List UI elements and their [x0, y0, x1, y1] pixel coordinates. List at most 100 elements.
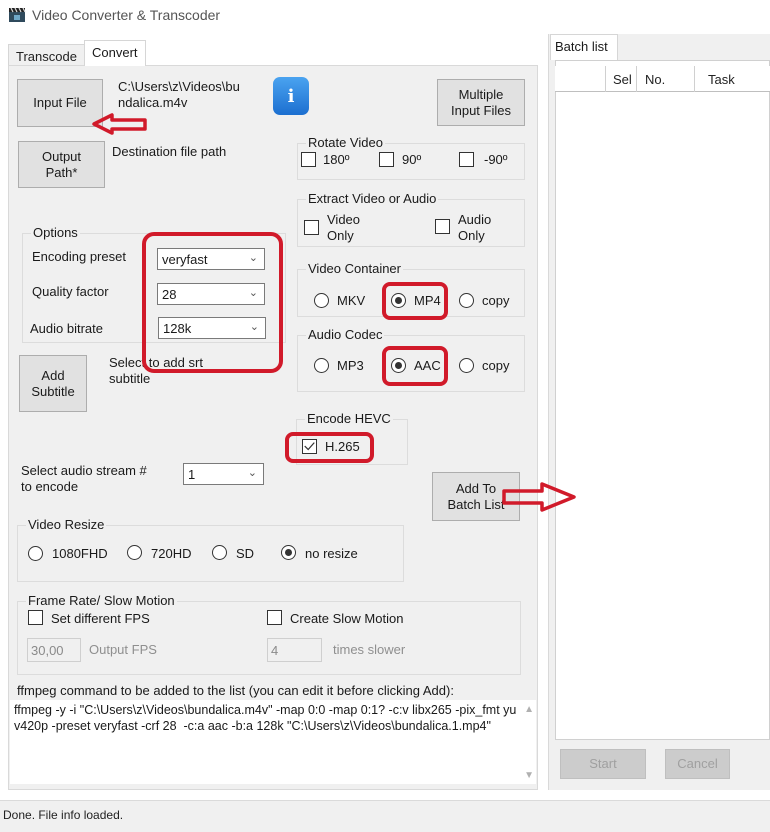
- scroll-down-icon[interactable]: ▼: [524, 770, 534, 781]
- codec-copy-label: copy: [482, 358, 510, 373]
- audio-stream-value: 1: [188, 467, 196, 482]
- cancel-button[interactable]: Cancel: [665, 749, 730, 779]
- rotate-minus90-label: -90º: [484, 152, 508, 167]
- slow-motion-label: Create Slow Motion: [290, 611, 404, 626]
- annotation-highlight-options: [142, 232, 283, 373]
- column-separator[interactable]: [694, 66, 695, 92]
- audio-only-checkbox[interactable]: [435, 219, 450, 234]
- resize-1080fhd-radio[interactable]: [28, 546, 43, 561]
- info-button[interactable]: i: [273, 77, 309, 115]
- resize-1080fhd-label: 1080FHD: [52, 546, 108, 561]
- slower-hint: times slower: [333, 642, 406, 657]
- set-fps-label: Set different FPS: [51, 611, 150, 626]
- chevron-down-icon: ⌄: [247, 467, 257, 479]
- video-only-line2: Only: [327, 228, 354, 243]
- info-icon: i: [287, 85, 295, 107]
- input-path-line1: C:\Users\z\Videos\bu: [118, 79, 240, 94]
- video-only-line1: Video: [327, 212, 361, 227]
- tab-batch-list[interactable]: Batch list: [550, 34, 618, 60]
- resize-720hd-radio[interactable]: [127, 545, 142, 560]
- window-title: Video Converter & Transcoder: [32, 7, 221, 23]
- destination-path-text: Destination file path: [112, 144, 227, 159]
- video-container-title: Video Container: [306, 261, 403, 276]
- rotate-180-checkbox[interactable]: [301, 152, 316, 167]
- start-button[interactable]: Start: [560, 749, 646, 779]
- container-mkv-label: MKV: [337, 293, 366, 308]
- arrow-left-icon: [92, 113, 147, 135]
- add-to-batch-label-2: Batch List: [447, 496, 505, 512]
- rotate-video-title: Rotate Video: [306, 135, 385, 150]
- options-title: Options: [31, 225, 80, 240]
- column-separator[interactable]: [605, 66, 606, 92]
- rotate-minus90-checkbox[interactable]: [459, 152, 474, 167]
- status-text: Done. File info loaded.: [3, 808, 124, 822]
- add-subtitle-button[interactable]: Add Subtitle: [19, 355, 87, 412]
- annotation-highlight-mp4: [382, 282, 448, 320]
- container-mkv-radio[interactable]: [314, 293, 329, 308]
- audio-bitrate-label: Audio bitrate: [30, 321, 103, 336]
- output-path-label-2: Path*: [45, 164, 78, 180]
- column-task[interactable]: Task: [708, 72, 735, 87]
- audio-only-label: Audio Only: [458, 212, 491, 244]
- clapperboard-icon: [9, 7, 26, 22]
- codec-mp3-radio[interactable]: [314, 358, 329, 373]
- annotation-highlight-h265: [285, 432, 374, 463]
- video-resize-title: Video Resize: [26, 517, 107, 532]
- input-path-text: C:\Users\z\Videos\bu ndalica.m4v: [118, 79, 240, 111]
- resize-none-radio[interactable]: [281, 545, 296, 560]
- tab-transcode[interactable]: Transcode: [8, 44, 85, 66]
- video-only-checkbox[interactable]: [304, 220, 319, 235]
- batch-list-header: Sel No. Task: [555, 66, 770, 92]
- scroll-up-icon[interactable]: ▲: [524, 704, 534, 715]
- rotate-90-label: 90º: [402, 152, 422, 167]
- batch-list-table[interactable]: [555, 60, 770, 740]
- subtitle-hint-line2: subtitle: [109, 371, 151, 386]
- audio-only-line2: Only: [458, 228, 485, 243]
- multiple-files-label-1: Multiple: [458, 86, 504, 102]
- multiple-files-label-2: Input Files: [451, 102, 511, 118]
- audio-only-line1: Audio: [458, 212, 492, 227]
- add-subtitle-label-2: Subtitle: [31, 383, 75, 399]
- arrow-right-icon: [502, 482, 576, 512]
- audio-stream-select[interactable]: 1 ⌄: [183, 463, 264, 485]
- rotate-90-checkbox[interactable]: [379, 152, 394, 167]
- resize-none-label: no resize: [305, 546, 358, 561]
- container-copy-label: copy: [482, 293, 510, 308]
- slower-input[interactable]: 4: [267, 638, 322, 662]
- column-sel[interactable]: Sel: [613, 72, 632, 87]
- frame-rate-title: Frame Rate/ Slow Motion: [26, 593, 177, 608]
- quality-factor-label: Quality factor: [32, 284, 109, 299]
- audio-stream-label-line1: Select audio stream #: [21, 463, 147, 478]
- rotate-180-label: 180º: [323, 152, 350, 167]
- audio-stream-label-line2: to encode: [21, 479, 79, 494]
- fps-hint: Output FPS: [89, 642, 157, 657]
- column-no[interactable]: No.: [645, 72, 665, 87]
- output-path-label-1: Output: [41, 148, 82, 164]
- fps-input[interactable]: 30,00: [27, 638, 81, 662]
- input-path-line2: ndalica.m4v: [118, 95, 188, 110]
- annotation-highlight-aac: [382, 346, 448, 386]
- audio-codec-title: Audio Codec: [306, 327, 385, 342]
- command-textarea[interactable]: ffmpeg -y -i "C:\Users\z\Videos\bundalic…: [10, 700, 536, 784]
- audio-stream-label: Select audio stream # to encode: [21, 463, 147, 495]
- command-text: ffmpeg -y -i "C:\Users\z\Videos\bundalic…: [14, 703, 517, 733]
- encode-hevc-title: Encode HEVC: [305, 411, 393, 426]
- add-subtitle-label-1: Add: [41, 367, 65, 383]
- codec-mp3-label: MP3: [337, 358, 364, 373]
- slow-motion-checkbox[interactable]: [267, 610, 282, 625]
- column-separator[interactable]: [636, 66, 637, 92]
- multiple-input-files-button[interactable]: Multiple Input Files: [437, 79, 525, 126]
- command-label: ffmpeg command to be added to the list (…: [17, 683, 454, 698]
- set-fps-checkbox[interactable]: [28, 610, 43, 625]
- resize-sd-label: SD: [236, 546, 255, 561]
- container-copy-radio[interactable]: [459, 293, 474, 308]
- add-to-batch-label-1: Add To: [455, 480, 497, 496]
- extract-title: Extract Video or Audio: [306, 191, 439, 206]
- codec-copy-radio[interactable]: [459, 358, 474, 373]
- output-path-button[interactable]: Output Path*: [18, 141, 105, 188]
- tab-convert[interactable]: Convert: [84, 40, 146, 66]
- video-only-label: Video Only: [327, 212, 360, 244]
- resize-720hd-label: 720HD: [151, 546, 192, 561]
- resize-sd-radio[interactable]: [212, 545, 227, 560]
- encoding-preset-label: Encoding preset: [32, 249, 126, 264]
